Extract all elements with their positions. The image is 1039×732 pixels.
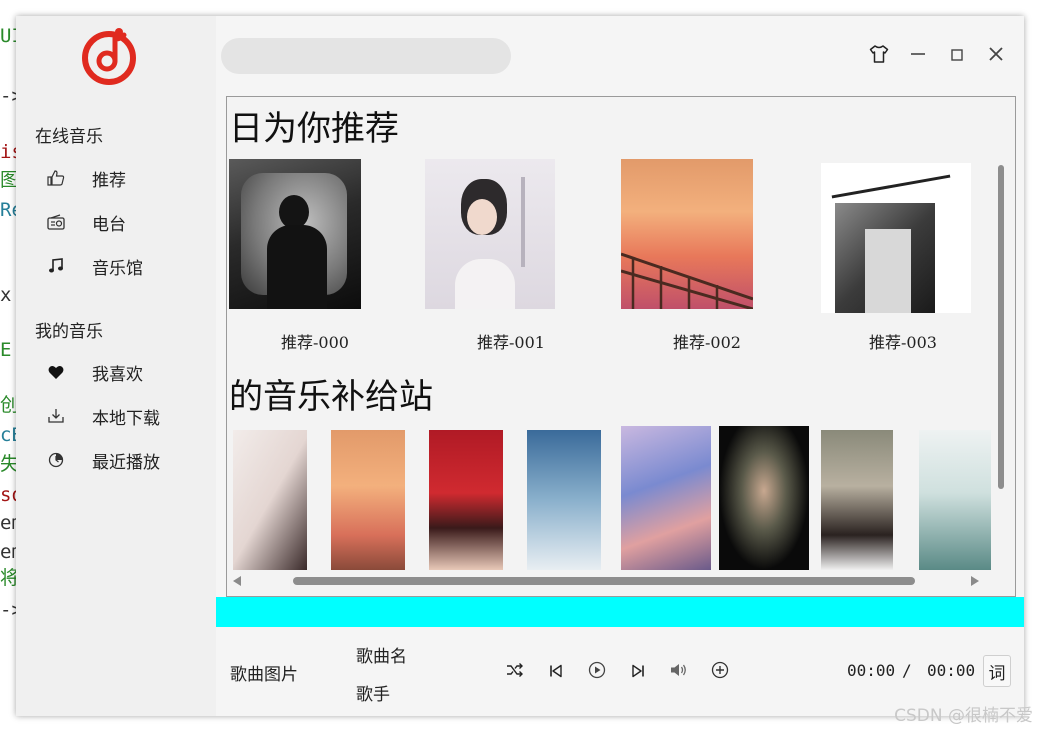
supply-thumbnail[interactable] [429, 430, 503, 570]
sidebar-item-favorites[interactable]: 我喜欢 [42, 355, 202, 389]
minimize-button[interactable] [905, 43, 931, 69]
sidebar-item-radio[interactable]: 电台 [42, 205, 202, 239]
vertical-scrollbar[interactable] [998, 165, 1004, 489]
sidebar-item-label: 推荐 [92, 170, 126, 191]
album-cover [821, 163, 971, 313]
recommend-caption: 推荐-000 [281, 333, 349, 352]
album-cover [425, 159, 555, 309]
music-player-window: 在线音乐 推荐 电台 音乐馆 我的音乐 我喜欢 本地下载 最近播放 日为你推荐 … [16, 16, 1024, 716]
background-code-line: 创 [0, 394, 16, 416]
next-button[interactable] [627, 661, 649, 683]
scroll-left-arrow[interactable] [233, 576, 241, 586]
recent-icon [42, 450, 70, 470]
background-code-line: em [0, 512, 16, 534]
play-icon [588, 661, 606, 683]
current-time: 00:00 [847, 661, 896, 680]
download-icon [42, 406, 70, 426]
search-input[interactable] [221, 38, 511, 74]
previous-icon [549, 663, 563, 682]
lyric-button[interactable]: 词 [983, 655, 1011, 687]
minimize-icon [910, 46, 926, 66]
background-code-line: E [0, 339, 12, 361]
previous-button[interactable] [545, 661, 567, 683]
background-code-line: 将 [0, 567, 16, 589]
add-to-playlist-button[interactable] [709, 661, 731, 683]
music-note-icon [42, 256, 70, 276]
sidebar-item-recommend[interactable]: 推荐 [42, 161, 202, 195]
background-editor: UI -> is 图, Re x: E 创 cB 失 so em em 将 -> [0, 0, 16, 732]
supply-thumbnail[interactable] [919, 430, 991, 570]
singer-name: 歌手 [356, 685, 390, 705]
my-music-section-title: 我的音乐 [35, 322, 103, 342]
background-code-line: x: [0, 284, 16, 306]
sidebar-item-label: 最近播放 [92, 452, 160, 473]
scroll-right-arrow[interactable] [971, 576, 979, 586]
sidebar-item-recent-play[interactable]: 最近播放 [42, 443, 202, 477]
maximize-button[interactable] [944, 43, 970, 69]
background-code-line: is [0, 141, 16, 163]
close-button[interactable] [983, 43, 1009, 69]
horizontal-scrollbar[interactable] [293, 577, 915, 585]
supply-heading: 的音乐补给站 [229, 377, 433, 417]
app-logo [82, 28, 136, 85]
skin-button[interactable] [866, 43, 892, 69]
add-icon [711, 661, 729, 683]
song-image-placeholder: 歌曲图片 [230, 665, 298, 685]
online-music-section-title: 在线音乐 [35, 127, 103, 147]
album-cover [621, 159, 753, 309]
supply-thumbnail[interactable] [527, 430, 601, 570]
sidebar-item-label: 音乐馆 [92, 258, 143, 279]
shuffle-button[interactable] [504, 661, 526, 683]
close-icon [988, 46, 1004, 66]
background-code-line: 图, [0, 169, 16, 191]
heart-icon [42, 362, 70, 382]
recommend-caption: 推荐-001 [477, 333, 545, 352]
sidebar-item-music-hall[interactable]: 音乐馆 [42, 249, 202, 283]
recommend-caption: 推荐-003 [869, 333, 937, 352]
supply-thumbnail[interactable] [331, 430, 405, 570]
progress-bar-area[interactable] [216, 597, 1024, 627]
maximize-icon [950, 47, 964, 66]
thumbs-up-icon [42, 168, 70, 188]
sidebar: 在线音乐 推荐 电台 音乐馆 我的音乐 我喜欢 本地下载 最近播放 [16, 16, 216, 716]
background-code-line: UI [0, 25, 16, 47]
background-code-line: so [0, 484, 16, 506]
time-separator: / [902, 661, 912, 680]
skin-icon [869, 45, 889, 67]
volume-button[interactable] [668, 661, 690, 683]
background-code-line: Re [0, 199, 16, 221]
sidebar-item-local-download[interactable]: 本地下载 [42, 399, 202, 433]
background-code-line: 失 [0, 453, 16, 475]
background-code-line: em [0, 541, 16, 563]
sidebar-item-label: 本地下载 [92, 408, 160, 429]
next-icon [631, 663, 645, 682]
shuffle-icon [506, 662, 524, 682]
play-button[interactable] [586, 661, 608, 683]
background-code-line: -> [0, 85, 16, 107]
sidebar-item-label: 我喜欢 [92, 364, 143, 385]
supply-thumbnail[interactable] [621, 426, 711, 570]
content-panel: 日为你推荐 推荐-000 推荐-001 推荐-002 推荐-003 的音乐补给站 [226, 96, 1016, 597]
background-code-line: cB [0, 424, 16, 446]
screenshot: UI -> is 图, Re x: E 创 cB 失 so em em 将 ->… [0, 0, 1039, 732]
supply-thumbnail[interactable] [821, 430, 893, 570]
total-time: 00:00 [927, 661, 976, 680]
supply-thumbnail[interactable] [233, 430, 307, 570]
volume-icon [670, 662, 688, 682]
sidebar-item-label: 电台 [92, 214, 126, 235]
album-cover [229, 159, 361, 309]
supply-thumbnail[interactable] [719, 426, 809, 570]
song-name: 歌曲名 [356, 647, 407, 667]
recommend-heading: 日为你推荐 [229, 109, 399, 149]
watermark: CSDN @很楠不爱 [894, 706, 1033, 726]
radio-icon [42, 212, 70, 232]
background-code-line: -> [0, 599, 16, 621]
recommend-caption: 推荐-002 [673, 333, 741, 352]
